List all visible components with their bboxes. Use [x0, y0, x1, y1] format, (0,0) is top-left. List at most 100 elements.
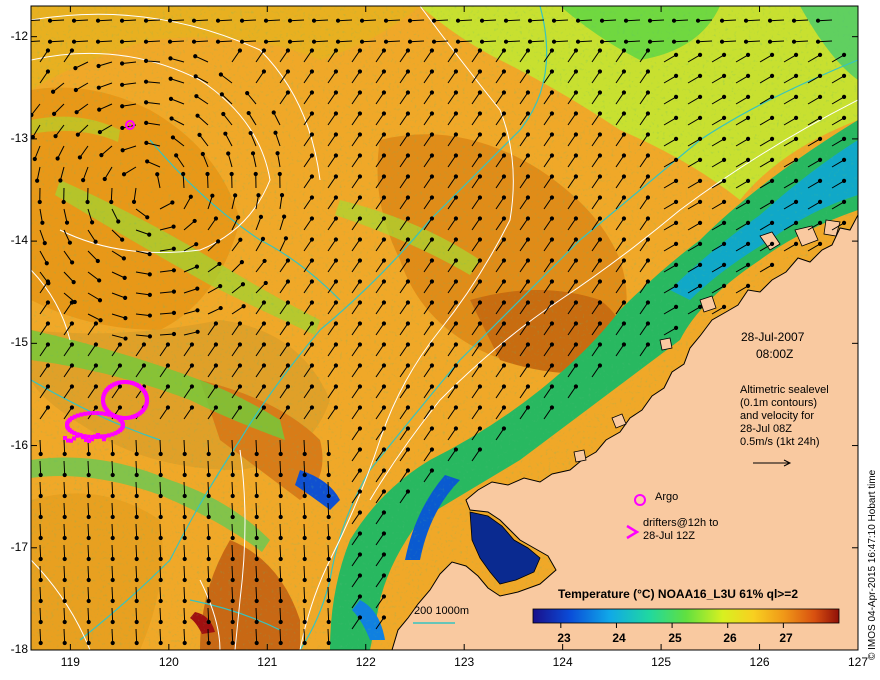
velocity-arrow-head [477, 216, 483, 221]
velocity-arrow-head [38, 535, 43, 541]
velocity-arrow-head [287, 18, 293, 23]
velocity-arrow [327, 439, 330, 455]
velocity-arrow [39, 460, 42, 476]
velocity-arrow-head [745, 241, 751, 247]
velocity-arrow-head [503, 39, 509, 44]
velocity-arrow [111, 607, 114, 623]
velocity-arrow-head [697, 136, 703, 142]
velocity-arrow-head [181, 171, 186, 177]
velocity-arrow-head [134, 577, 139, 583]
velocity-arrow [303, 460, 306, 476]
velocity-arrow-head [381, 237, 387, 242]
velocity-arrow-head [121, 172, 127, 177]
velocity-arrow-head [405, 69, 411, 74]
velocity-arrow [87, 481, 90, 497]
velocity-arrow [231, 607, 234, 623]
velocity-arrow-head [62, 514, 67, 520]
velocity-arrow [135, 565, 138, 581]
velocity-arrow-head [97, 107, 102, 112]
velocity-arrow [255, 460, 258, 476]
velocity-arrow-head [673, 241, 679, 247]
colorbar-tick-label: 25 [668, 631, 682, 645]
velocity-arrow-head [309, 174, 315, 179]
velocity-arrow [63, 439, 66, 455]
velocity-arrow-head [261, 300, 267, 305]
velocity-arrow-head [206, 598, 211, 604]
velocity-arrow-head [549, 321, 555, 326]
velocity-arrow-head [158, 493, 163, 499]
velocity-arrow [159, 628, 162, 644]
velocity-arrow-head [453, 405, 459, 410]
velocity-arrow-head [309, 48, 315, 53]
velocity-arrow-head [86, 514, 91, 520]
velocity-arrow-head [123, 336, 128, 341]
velocity-arrow-head [525, 237, 531, 242]
velocity-arrow [577, 40, 593, 43]
velocity-arrow [207, 586, 210, 602]
velocity-arrow-head [278, 640, 283, 646]
velocity-arrow [255, 439, 258, 455]
velocity-arrow [111, 586, 114, 602]
velocity-arrow-head [218, 305, 223, 311]
velocity-arrow-head [182, 472, 187, 478]
velocity-arrow-head [455, 39, 461, 44]
velocity-arrow-head [45, 300, 51, 305]
velocity-arrow-head [549, 258, 555, 263]
velocity-arrow-head [285, 342, 291, 347]
velocity-arrow [231, 544, 234, 560]
velocity-arrow [241, 19, 257, 22]
velocity-arrow [63, 460, 66, 476]
velocity-arrow-head [195, 329, 200, 334]
velocity-arrow-head [147, 313, 153, 318]
velocity-arrow-head [239, 39, 245, 44]
velocity-arrow [255, 481, 258, 497]
velocity-arrow-head [501, 279, 507, 284]
velocity-arrow-head [86, 493, 91, 499]
velocity-arrow-head [841, 94, 847, 100]
velocity-arrow-head [525, 174, 531, 179]
drifter-point [91, 411, 96, 416]
velocity-arrow-head [477, 69, 483, 74]
velocity-arrow-head [69, 342, 75, 347]
velocity-arrow-head [769, 52, 775, 58]
velocity-arrow-head [793, 115, 799, 121]
velocity-arrow-head [62, 535, 67, 541]
velocity-arrow-head [260, 236, 266, 241]
velocity-arrow-head [229, 171, 234, 177]
velocity-arrow-head [453, 363, 459, 368]
velocity-arrow-head [645, 132, 651, 137]
velocity-arrow-head [429, 195, 435, 200]
velocity-arrow-head [210, 193, 215, 198]
velocity-arrow-head [263, 39, 269, 44]
velocity-arrow-head [206, 472, 211, 478]
velocity-arrow-head [230, 619, 235, 625]
velocity-arrow-head [237, 342, 243, 347]
velocity-arrow-head [769, 73, 775, 79]
velocity-arrow [279, 544, 282, 560]
velocity-arrow [49, 19, 65, 22]
velocity-arrow-head [817, 94, 823, 100]
velocity-arrow-head [597, 195, 603, 200]
velocity-arrow-head [549, 153, 555, 158]
velocity-arrow-head [455, 18, 461, 23]
velocity-arrow [279, 565, 282, 581]
velocity-arrow-head [278, 514, 283, 520]
velocity-arrow [111, 523, 114, 539]
velocity-arrow-head [429, 48, 435, 53]
velocity-arrow [39, 586, 42, 602]
velocity-arrow-head [429, 447, 435, 452]
velocity-arrow-head [405, 489, 411, 494]
velocity-arrow [231, 460, 234, 476]
velocity-arrow-head [453, 48, 459, 53]
velocity-arrow [721, 19, 737, 22]
velocity-arrow-head [381, 258, 387, 263]
velocity-arrow-head [697, 73, 703, 79]
velocity-arrow-head [501, 384, 507, 389]
velocity-arrow [39, 544, 42, 560]
velocity-arrow-head [793, 220, 799, 226]
velocity-arrow [231, 502, 234, 518]
velocity-arrow-head [213, 384, 219, 389]
velocity-arrow-head [117, 363, 123, 368]
velocity-arrow-head [261, 405, 267, 410]
velocity-arrow-head [86, 451, 91, 457]
